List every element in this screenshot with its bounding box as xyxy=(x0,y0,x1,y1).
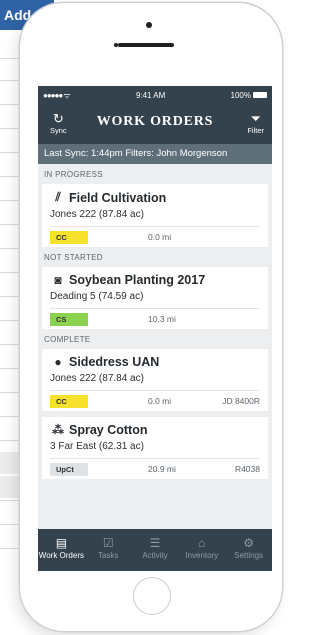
filter-icon: ⏷ xyxy=(250,111,261,126)
speaker-grille xyxy=(118,43,174,47)
camera-icon xyxy=(146,22,152,28)
work-order-name: Spray Cotton xyxy=(69,423,148,437)
tab-bar: ▤ Work Orders ☑ Tasks ☰ Activity ⌂ Inventory ⚙ Se… xyxy=(38,529,272,571)
crop-badge: CS xyxy=(50,312,88,326)
tab-inventory[interactable]: ⌂ Inventory xyxy=(178,529,225,571)
work-order-list: IN PROGRESS ⫽ Field Cultivation Jones 22… xyxy=(38,164,272,479)
field-name: 3 Far East (62.31 ac) xyxy=(50,441,144,452)
tab-work-orders[interactable]: ▤ Work Orders xyxy=(38,529,85,571)
tab-tasks[interactable]: ☑ Tasks xyxy=(85,529,132,571)
page-title: WORK ORDERS xyxy=(96,114,214,129)
field-name: Deading 5 (74.59 ac) xyxy=(50,291,144,302)
status-time: 9:41 AM xyxy=(135,90,166,100)
tab-label: Work Orders xyxy=(38,551,84,560)
distance: 10.3 mi xyxy=(148,314,176,324)
distance: 0.0 mi xyxy=(148,232,172,242)
checklist-icon: ☑ xyxy=(102,536,114,550)
work-order-title: ● Sidedress UAN xyxy=(50,355,260,369)
section-header: COMPLETE xyxy=(44,335,91,344)
work-order-card[interactable]: ● Sidedress UAN Jones 222 (87.84 ac) CC … xyxy=(42,349,268,411)
work-order-details: CC 0.0 mi xyxy=(50,226,260,247)
sprayer-icon: ⁂ xyxy=(52,423,64,437)
wifi-icon: ᯤ xyxy=(63,90,71,100)
distance: 20.9 mi xyxy=(148,464,176,474)
home-button[interactable] xyxy=(133,577,171,615)
phone-frame: ●●●●● ᯤ 9:41 AM 100% ↻ Sync WORK ORDERS … xyxy=(20,3,282,631)
work-order-card[interactable]: ⫽ Field Cultivation Jones 222 (87.84 ac)… xyxy=(42,184,268,247)
gear-icon: ⚙ xyxy=(243,536,254,550)
tab-settings[interactable]: ⚙ Settings xyxy=(225,529,272,571)
section-header: NOT STARTED xyxy=(44,253,103,262)
tab-label: Inventory xyxy=(185,551,219,560)
work-order-title: ◙ Soybean Planting 2017 xyxy=(50,273,260,287)
work-order-name: Field Cultivation xyxy=(69,190,167,205)
field-name: Jones 222 (87.84 ac) xyxy=(50,373,144,384)
field-name: Jones 222 (87.84 ac) xyxy=(50,209,144,220)
work-order-card[interactable]: ◙ Soybean Planting 2017 Deading 5 (74.59… xyxy=(42,267,268,329)
fertilizer-icon: ● xyxy=(54,355,62,369)
cultivator-icon: ⫽ xyxy=(55,190,61,204)
filter-label: Filter xyxy=(247,126,264,135)
tab-label: Tasks xyxy=(97,551,119,560)
distance: 0.0 mi xyxy=(148,396,172,406)
tab-label: Settings xyxy=(234,551,264,560)
crop-badge: CC xyxy=(50,394,88,408)
equipment: R4038 xyxy=(234,464,260,474)
crop-badge: CC xyxy=(50,230,88,244)
section-header: IN PROGRESS xyxy=(44,170,103,179)
app-screen: ●●●●● ᯤ 9:41 AM 100% ↻ Sync WORK ORDERS … xyxy=(38,86,272,571)
battery-indicator: 100% xyxy=(231,91,267,100)
filter-button[interactable]: ⏷ Filter xyxy=(247,111,264,136)
sync-status-bar: Last Sync: 1:44pm Filters: John Morgenso… xyxy=(38,144,272,164)
work-order-name: Sidedress UAN xyxy=(69,355,160,369)
work-order-details: CC 0.0 mi JD 8400R xyxy=(50,390,260,411)
nav-bar: ↻ Sync WORK ORDERS ⏷ Filter xyxy=(38,104,272,144)
work-order-title: ⫽ Field Cultivation xyxy=(50,190,260,205)
seed-bag-icon: ◙ xyxy=(54,273,62,287)
work-order-card[interactable]: ⁂ Spray Cotton 3 Far East (62.31 ac) UpC… xyxy=(42,417,268,479)
work-order-details: CS 10.3 mi xyxy=(50,308,260,329)
crop-badge: UpCt xyxy=(50,462,88,476)
status-bar: ●●●●● ᯤ 9:41 AM 100% xyxy=(38,86,272,104)
tab-label: Activity xyxy=(142,551,168,560)
equipment: JD 8400R xyxy=(222,396,260,406)
activity-list-icon: ☰ xyxy=(149,536,161,550)
barn-icon: ⌂ xyxy=(198,536,206,550)
tab-activity[interactable]: ☰ Activity xyxy=(132,529,179,571)
work-order-name: Soybean Planting 2017 xyxy=(69,273,206,287)
work-order-title: ⁂ Spray Cotton xyxy=(50,423,260,437)
work-order-details: UpCt 20.9 mi R4038 xyxy=(50,458,260,479)
battery-icon xyxy=(253,92,267,99)
clipboard-icon: ▤ xyxy=(55,536,68,550)
signal-indicator: ●●●●● ᯤ xyxy=(43,90,71,100)
